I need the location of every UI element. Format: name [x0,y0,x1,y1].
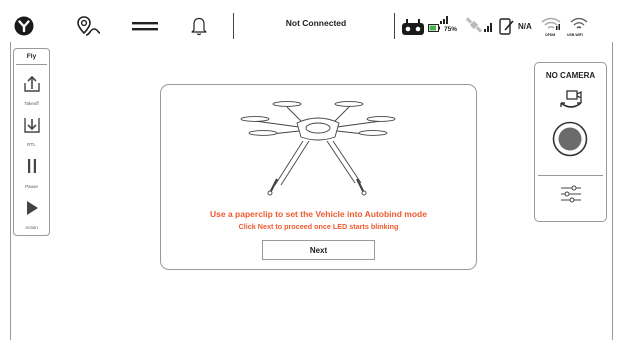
gps-signal-bars-icon [484,23,493,32]
takeoff-button[interactable] [14,75,49,93]
pause-label: Pause [25,184,38,189]
toolbar-separator [394,13,395,39]
rtl-label: RTL [27,142,36,147]
fly-panel-divider [16,64,47,65]
pause-icon [27,159,36,173]
pause-button[interactable] [14,158,49,174]
menu-icon[interactable] [131,19,159,33]
action-button[interactable] [14,200,49,216]
play-icon [26,201,38,215]
top-toolbar: Not Connected 75% N/A OFDM USB WIFI [0,0,617,42]
bell-icon[interactable] [189,15,209,37]
battery-icon [428,24,440,32]
action-label: Action [25,225,38,230]
gps-satellite-icon [465,16,483,34]
camera-panel-title: NO CAMERA [545,71,596,80]
rtl-button[interactable] [14,116,49,134]
camera-panel: NO CAMERA [534,62,607,222]
next-button[interactable]: Next [262,240,375,260]
signal-bars-icon [440,15,450,24]
wifi-ofdm-icon [540,17,562,31]
signal-label: N/A [518,22,532,31]
controller-icon [401,18,425,36]
camera-settings-icon[interactable] [560,185,582,203]
yuneec-logo-icon[interactable] [14,16,34,36]
record-button[interactable] [552,121,588,157]
drone-illustration [240,101,396,196]
wifi-usb-icon [569,17,589,31]
camera-switch-icon[interactable] [558,89,584,113]
toolbar-separator [233,13,234,39]
plan-location-icon[interactable] [76,14,102,38]
frame-left-border [10,42,11,340]
takeoff-label: Takeoff [24,101,39,106]
wifi-usb-label: USB WIFI [567,33,583,37]
takeoff-icon [23,75,40,92]
battery-percent: 75% [444,26,458,33]
next-instruction: Click Next to proceed once LED starts bl… [238,222,399,231]
rtl-icon [23,118,40,133]
connection-status: Not Connected [285,18,347,28]
camera-panel-divider [538,175,603,176]
wifi-ofdm-label: OFDM [545,33,556,37]
autobind-instruction: Use a paperclip to set the Vehicle into … [210,209,427,219]
frame-right-border [612,42,613,340]
fly-panel-title: Fly [26,53,37,60]
rc-signal-icon [499,16,515,36]
fly-panel: Fly Takeoff RTL Pause Action [13,48,50,236]
autobind-dialog: Use a paperclip to set the Vehicle into … [160,84,477,270]
